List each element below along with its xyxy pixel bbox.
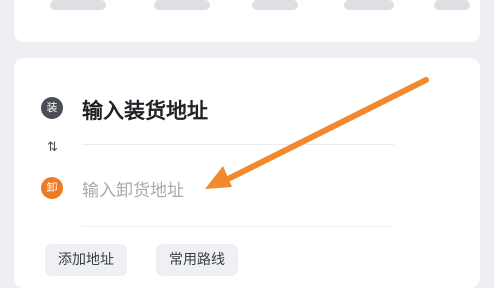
annotation-arrow-icon	[205, 77, 429, 189]
